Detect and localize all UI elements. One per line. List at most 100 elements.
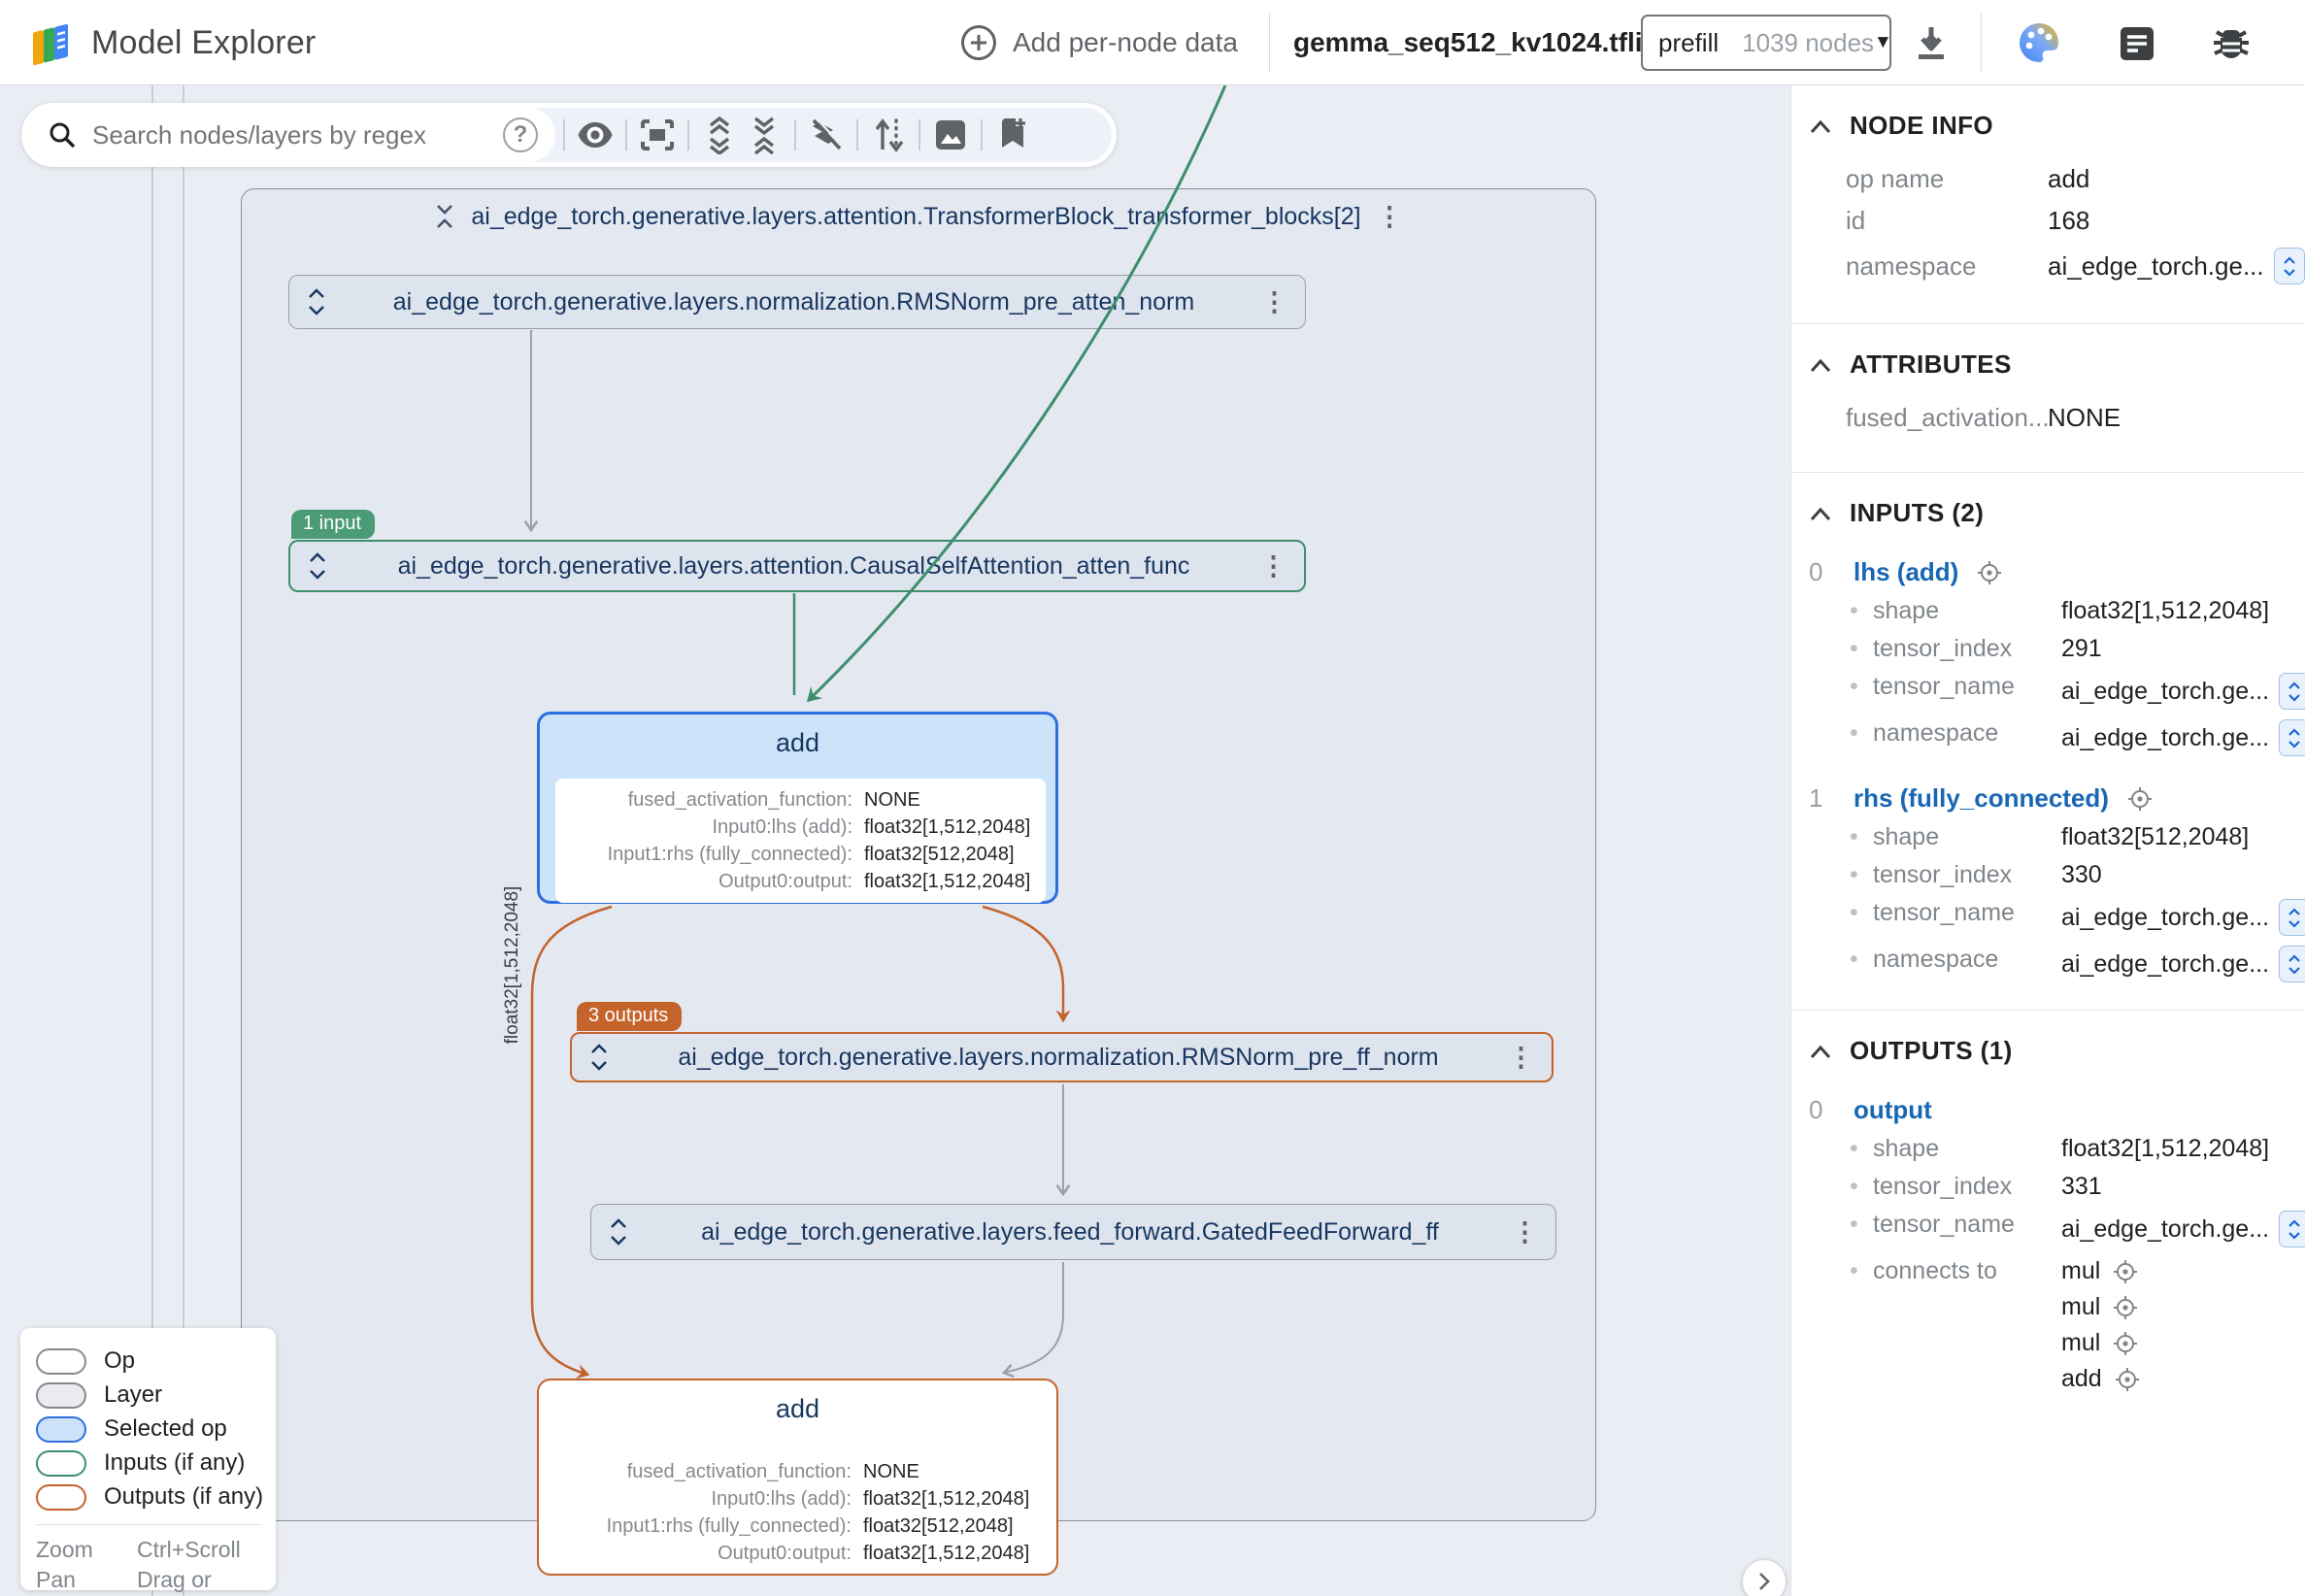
io-detail-value: float32[1,512,2048] xyxy=(2061,597,2286,625)
expand-text-button[interactable] xyxy=(2279,899,2305,936)
collapse-layer-icon[interactable] xyxy=(434,202,455,231)
expand-text-button[interactable] xyxy=(2274,248,2305,284)
io-detail-label: tensor_index xyxy=(1873,861,2061,889)
expand-layer-icon[interactable] xyxy=(308,551,327,581)
bullet-icon: • xyxy=(1850,823,1873,851)
hint-gesture: Ctrl+Scroll xyxy=(137,1537,262,1563)
legend-item-op: Op xyxy=(36,1347,262,1375)
flatten-layers-button[interactable] xyxy=(804,113,849,157)
docs-button[interactable] xyxy=(2113,19,2161,68)
expand-layer-icon[interactable] xyxy=(609,1217,628,1247)
outputs-count-badge: 3 outputs xyxy=(577,1002,682,1031)
bullet-icon: • xyxy=(1850,946,1873,974)
expand-layer-icon[interactable] xyxy=(307,287,326,316)
locate-node-icon[interactable] xyxy=(2112,1294,2139,1321)
edge-tensor-label: float32[1,512,2048] xyxy=(502,868,523,1062)
legend-divider xyxy=(36,1524,262,1525)
section-header[interactable]: ATTRIBUTES xyxy=(1807,349,2286,380)
section-header[interactable]: INPUTS (2) xyxy=(1807,498,2286,528)
expand-layer-icon[interactable] xyxy=(589,1043,609,1072)
io-detail-row: • namespace ai_edge_torch.ge... xyxy=(1850,946,2286,982)
section-attributes: ATTRIBUTES fused_activation... NONE xyxy=(1791,324,2305,473)
graph-node-count: 1039 nodes xyxy=(1742,28,1874,58)
io-detail-label: tensor_name xyxy=(1873,1211,2061,1239)
help-icon[interactable]: ? xyxy=(503,117,538,152)
node-rmsnorm-pre-ff-norm[interactable]: ai_edge_torch.generative.layers.normaliz… xyxy=(570,1032,1553,1082)
locate-node-icon[interactable] xyxy=(2112,1330,2139,1357)
locate-node-icon[interactable] xyxy=(2126,785,2154,813)
trace-inputs-outputs-button[interactable] xyxy=(866,113,911,157)
bullet-icon: • xyxy=(1850,597,1873,625)
output-item-header: 0 output xyxy=(1809,1095,2286,1125)
section-header[interactable]: NODE INFO xyxy=(1807,111,2286,141)
dropdown-caret-icon: ▼ xyxy=(1874,32,1892,53)
expand-text-button[interactable] xyxy=(2279,673,2305,710)
io-detail-label: namespace xyxy=(1873,946,2061,974)
io-detail-value: ai_edge_torch.ge... xyxy=(2061,904,2269,932)
op-attribute-rows: fused_activation_function:NONE Input0:lh… xyxy=(554,1450,1045,1575)
node-menu-kebab-icon[interactable]: ⋮ xyxy=(1508,1045,1534,1071)
legend-label: Selected op xyxy=(104,1415,227,1443)
connected-node-name: mul xyxy=(2061,1329,2100,1357)
section-outputs: OUTPUTS (1) 0 output • shape float32[1,5… xyxy=(1791,1011,2305,1428)
io-index: 1 xyxy=(1809,783,1836,814)
io-name-link[interactable]: output xyxy=(1854,1095,1932,1125)
node-menu-kebab-icon[interactable]: ⋮ xyxy=(1512,1219,1538,1246)
inputs-count-badge: 1 input xyxy=(291,510,375,539)
layer-menu-kebab-icon[interactable]: ⋮ xyxy=(1377,204,1403,230)
graph-selector-dropdown[interactable]: prefill 1039 nodes ▼ xyxy=(1641,15,1891,71)
chevron-up-icon xyxy=(1807,355,1834,375)
chevron-up-icon xyxy=(1807,1042,1834,1061)
bookmark-button[interactable] xyxy=(990,113,1035,157)
export-image-button[interactable] xyxy=(928,113,973,157)
io-detail-label: shape xyxy=(1873,597,2061,625)
node-gated-feed-forward[interactable]: ai_edge_torch.generative.layers.feed_for… xyxy=(590,1204,1556,1260)
connected-node-name: mul xyxy=(2061,1293,2100,1321)
search-icon xyxy=(48,120,77,150)
theme-button[interactable] xyxy=(2014,17,2064,68)
top-bar: Model Explorer Add per-node data gemma_s… xyxy=(0,0,2305,85)
header-divider xyxy=(1981,14,1982,72)
node-add-output[interactable]: add fused_activation_function:NONE Input… xyxy=(537,1379,1058,1576)
op-row-key: Input0:lhs (add): xyxy=(569,814,852,841)
expand-text-button[interactable] xyxy=(2279,1211,2305,1247)
node-add-selected[interactable]: add fused_activation_function:NONE Input… xyxy=(537,712,1058,904)
connected-node-name: mul xyxy=(2061,1257,2100,1285)
locate-node-icon[interactable] xyxy=(1976,559,2003,586)
bullet-icon: • xyxy=(1850,673,1873,701)
io-name-link[interactable]: lhs (add) xyxy=(1854,557,1958,587)
collapse-all-layers-button[interactable] xyxy=(742,113,786,157)
add-per-node-data-button[interactable]: Add per-node data xyxy=(959,0,1238,85)
io-detail-row: • tensor_name ai_edge_torch.ge... xyxy=(1850,1211,2286,1247)
io-name-link[interactable]: rhs (fully_connected) xyxy=(1854,783,2109,814)
download-icon xyxy=(1912,23,1951,64)
locate-node-icon[interactable] xyxy=(2112,1258,2139,1285)
section-header[interactable]: OUTPUTS (1) xyxy=(1807,1036,2286,1066)
expand-all-layers-button[interactable] xyxy=(697,113,742,157)
io-detail-row: • shape float32[1,512,2048] xyxy=(1850,1135,2286,1163)
fit-to-screen-button[interactable] xyxy=(635,113,680,157)
locate-node-icon[interactable] xyxy=(2114,1366,2141,1393)
io-detail-label: tensor_index xyxy=(1873,635,2061,663)
node-menu-kebab-icon[interactable]: ⋮ xyxy=(1261,289,1287,316)
expand-text-button[interactable] xyxy=(2279,719,2305,756)
search-input[interactable] xyxy=(92,120,503,150)
connected-node: mul xyxy=(2061,1293,2286,1321)
node-rmsnorm-pre-atten-norm[interactable]: ai_edge_torch.generative.layers.normaliz… xyxy=(288,275,1306,329)
bug-icon xyxy=(2209,20,2254,65)
report-bug-button[interactable] xyxy=(2206,17,2256,68)
section-title: NODE INFO xyxy=(1850,111,1993,141)
node-causal-self-attention[interactable]: ai_edge_torch.generative.layers.attentio… xyxy=(288,540,1306,592)
download-button[interactable] xyxy=(1909,21,1954,66)
expand-panel-button[interactable] xyxy=(1742,1559,1787,1596)
legend-item-inputs: Inputs (if any) xyxy=(36,1449,262,1477)
connects-to-row: • connects to mul mul mul xyxy=(1850,1257,2286,1401)
visibility-button[interactable] xyxy=(573,113,618,157)
search-box[interactable]: ? xyxy=(26,108,555,162)
info-label: namespace xyxy=(1846,251,2048,282)
layer-transformer-block-header[interactable]: ai_edge_torch.generative.layers.attentio… xyxy=(252,196,1585,237)
expand-text-button[interactable] xyxy=(2279,946,2305,982)
node-menu-kebab-icon[interactable]: ⋮ xyxy=(1260,553,1286,580)
canvas-toolbar: ? xyxy=(21,103,1117,167)
chevron-up-icon xyxy=(1807,116,1834,136)
